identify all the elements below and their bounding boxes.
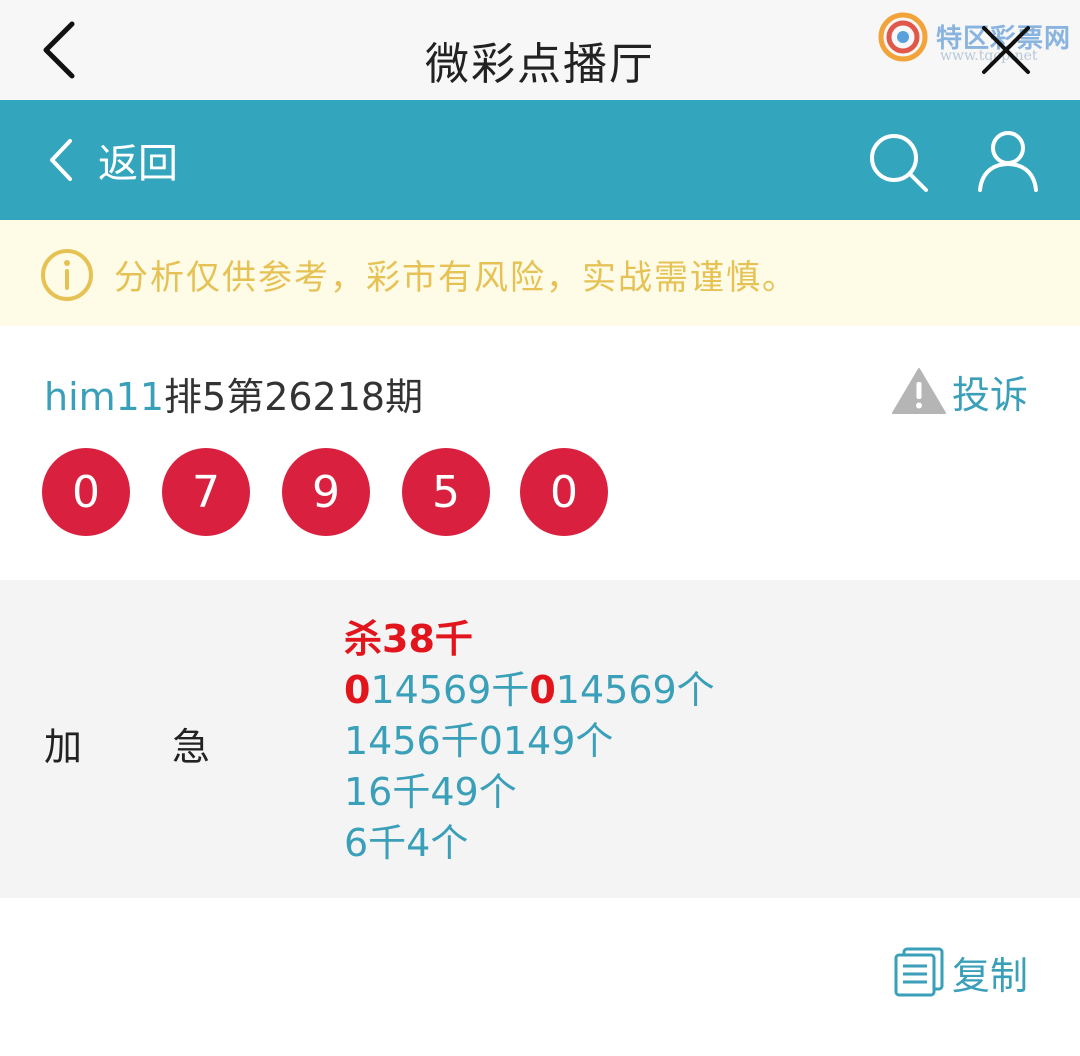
issue-label: 排5第26218期 [164,375,424,419]
highlight-digit: 0 [529,668,556,712]
app-title-bar: 微彩点播厅 特区彩票网 www.tqcp.net [0,0,1080,100]
warning-triangle-icon [892,368,946,414]
analysis-line: 014569千014569个 [344,665,715,716]
result-ball: 0 [42,448,130,536]
search-icon[interactable] [866,130,930,194]
analysis-lines: 杀38千 014569千014569个 1456千0149个 16千49个 6千… [344,614,715,869]
notice-text: 分析仅供参考，彩市有风险，实战需谨慎。 [114,258,798,298]
analysis-line: 6千4个 [344,821,469,865]
close-icon[interactable] [978,22,1034,78]
post-header: him11排5第26218期 [44,366,423,421]
tag-label-left: 加 [44,725,83,769]
analysis-line: 16千49个 [344,770,517,814]
author-name[interactable]: him11 [44,375,164,419]
back-label: 返回 [98,141,178,187]
copy-button[interactable]: 复制 [892,946,1028,998]
copy-document-icon [894,947,944,997]
chevron-left-icon [50,139,72,181]
result-ball: 7 [162,448,250,536]
info-icon [41,249,93,301]
copy-label: 复制 [952,953,1029,998]
highlight-digit: 0 [344,668,371,712]
analysis-segment: 14569个 [555,668,715,712]
user-icon[interactable] [976,128,1040,194]
analysis-panel: 加 急 杀38千 014569千014569个 1456千0149个 16千49… [0,580,1080,898]
result-ball: 9 [282,448,370,536]
tag-label-right: 急 [172,725,211,769]
swirl-logo-icon [878,12,928,62]
back-button[interactable]: 返回 [46,134,178,187]
nav-bar: 返回 [0,100,1080,220]
result-ball: 0 [520,448,608,536]
complain-button[interactable]: 投诉 [890,366,1029,417]
analysis-segment: 14569千 [370,668,530,712]
analysis-line: 1456千0149个 [344,719,614,763]
risk-notice-banner: 分析仅供参考，彩市有风险，实战需谨慎。 [0,220,1080,326]
complain-label: 投诉 [952,372,1029,417]
kill-line: 杀38千 [344,617,473,661]
result-ball: 5 [402,448,490,536]
